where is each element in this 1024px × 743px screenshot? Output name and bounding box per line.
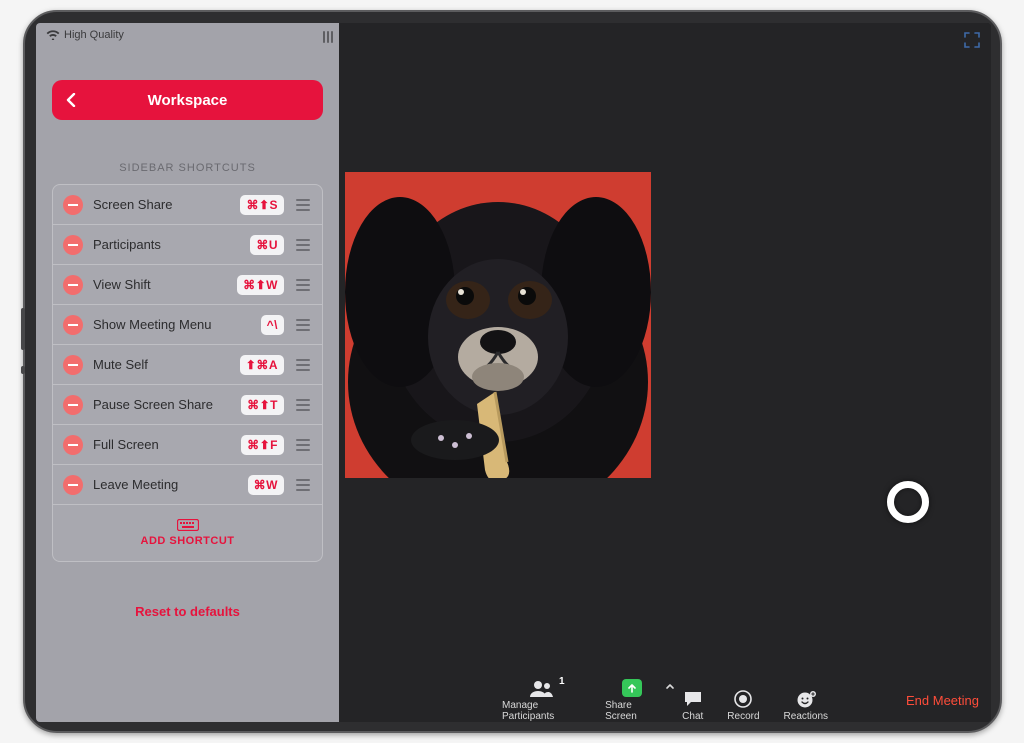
toolbar-label: Share Screen	[605, 700, 658, 722]
ipad-device-frame: High Quality Workspace SIDEBAR SHORTCUTS…	[23, 10, 1002, 733]
workspace-sidebar: High Quality Workspace SIDEBAR SHORTCUTS…	[36, 23, 339, 722]
shortcut-keys[interactable]: ⌘W	[248, 475, 284, 495]
assistive-touch-button[interactable]	[887, 481, 929, 523]
shortcut-row[interactable]: Screen Share ⌘⬆S	[53, 185, 322, 225]
shortcut-row[interactable]: Leave Meeting ⌘W	[53, 465, 322, 505]
toolbar-label: Reactions	[784, 711, 828, 722]
participant-video-tile[interactable]	[345, 172, 651, 478]
shortcut-label: Leave Meeting	[93, 477, 238, 492]
device-side-button	[21, 366, 25, 374]
participant-video-content	[345, 172, 651, 478]
reorder-handle-icon[interactable]	[294, 399, 312, 411]
toolbar-label: Record	[727, 711, 759, 722]
share-screen-icon	[622, 679, 642, 697]
keyboard-icon	[177, 519, 199, 531]
shortcut-keys[interactable]: ⌘U	[250, 235, 284, 255]
end-meeting-button[interactable]: End Meeting	[906, 693, 979, 708]
shortcut-row[interactable]: View Shift ⌘⬆W	[53, 265, 322, 305]
shortcut-keys[interactable]: ⌘⬆W	[237, 275, 284, 295]
shortcut-list: Screen Share ⌘⬆S Participants ⌘U View Sh…	[52, 184, 323, 562]
shortcut-keys[interactable]: ⌘⬆S	[240, 195, 284, 215]
shortcut-row[interactable]: Full Screen ⌘⬆F	[53, 425, 322, 465]
chat-button[interactable]: Chat	[682, 690, 703, 722]
shortcut-row[interactable]: Participants ⌘U	[53, 225, 322, 265]
panel-drag-handle-icon[interactable]	[323, 31, 335, 43]
shortcut-label: Screen Share	[93, 197, 230, 212]
connection-quality-label: High Quality	[64, 29, 124, 41]
share-screen-button[interactable]: Share Screen	[605, 679, 658, 722]
record-icon	[734, 690, 752, 708]
participant-count-badge: 1	[559, 676, 565, 687]
meeting-area: 1 Manage Participants Share Screen	[339, 23, 991, 722]
reorder-handle-icon[interactable]	[294, 279, 312, 291]
shortcut-row[interactable]: Show Meeting Menu ^\	[53, 305, 322, 345]
shortcut-label: Participants	[93, 237, 240, 252]
shortcut-label: Full Screen	[93, 437, 231, 452]
reorder-handle-icon[interactable]	[294, 359, 312, 371]
record-button[interactable]: Record	[727, 690, 759, 722]
reorder-handle-icon[interactable]	[294, 239, 312, 251]
shortcut-row[interactable]: Mute Self ⬆⌘A	[53, 345, 322, 385]
reactions-button[interactable]: Reactions	[784, 690, 828, 722]
add-shortcut-label: ADD SHORTCUT	[141, 535, 235, 547]
reorder-handle-icon[interactable]	[294, 319, 312, 331]
shortcut-keys[interactable]: ⌘⬆F	[241, 435, 284, 455]
shortcut-keys[interactable]: ^\	[261, 315, 284, 335]
shortcut-keys[interactable]: ⌘⬆T	[241, 395, 284, 415]
manage-participants-button[interactable]: 1 Manage Participants	[502, 679, 581, 722]
workspace-title: Workspace	[148, 92, 228, 109]
remove-shortcut-button[interactable]	[63, 355, 83, 375]
remove-shortcut-button[interactable]	[63, 475, 83, 495]
shortcut-row[interactable]: Pause Screen Share ⌘⬆T	[53, 385, 322, 425]
fullscreen-icon[interactable]	[963, 31, 981, 49]
remove-shortcut-button[interactable]	[63, 275, 83, 295]
toolbar-label: Chat	[682, 711, 703, 722]
workspace-header[interactable]: Workspace	[52, 80, 323, 120]
shortcut-label: Show Meeting Menu	[93, 317, 251, 332]
sidebar-section-label: SIDEBAR SHORTCUTS	[36, 162, 339, 174]
reorder-handle-icon[interactable]	[294, 439, 312, 451]
add-shortcut-button[interactable]: ADD SHORTCUT	[53, 505, 322, 561]
share-options-chevron-icon[interactable]	[665, 681, 675, 694]
remove-shortcut-button[interactable]	[63, 195, 83, 215]
remove-shortcut-button[interactable]	[63, 435, 83, 455]
wifi-icon	[46, 29, 60, 40]
status-bar: High Quality	[36, 23, 339, 46]
reactions-icon	[796, 690, 816, 708]
remove-shortcut-button[interactable]	[63, 235, 83, 255]
back-chevron-icon[interactable]	[66, 80, 76, 120]
screen: High Quality Workspace SIDEBAR SHORTCUTS…	[36, 23, 991, 722]
shortcut-label: Mute Self	[93, 357, 230, 372]
participants-icon: 1	[529, 679, 555, 697]
device-volume-button	[21, 308, 25, 350]
remove-shortcut-button[interactable]	[63, 315, 83, 335]
toolbar-label: Manage Participants	[502, 700, 581, 722]
meeting-toolbar: 1 Manage Participants Share Screen	[339, 678, 991, 722]
reorder-handle-icon[interactable]	[294, 199, 312, 211]
chat-icon	[683, 690, 703, 708]
shortcut-label: View Shift	[93, 277, 227, 292]
reset-defaults-link[interactable]: Reset to defaults	[36, 604, 339, 619]
reorder-handle-icon[interactable]	[294, 479, 312, 491]
shortcut-label: Pause Screen Share	[93, 397, 231, 412]
remove-shortcut-button[interactable]	[63, 395, 83, 415]
shortcut-keys[interactable]: ⬆⌘A	[240, 355, 284, 375]
